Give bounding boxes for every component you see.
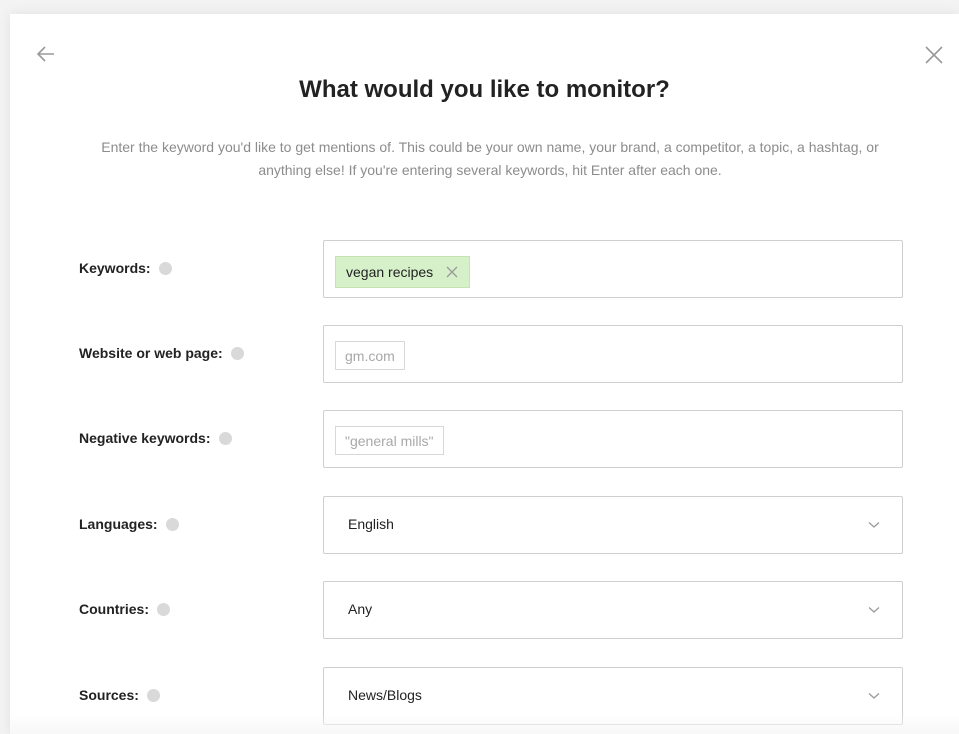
close-icon: [925, 46, 943, 64]
languages-value: English: [348, 516, 394, 532]
website-label-wrap: Website or web page:: [79, 345, 244, 361]
keywords-input[interactable]: vegan recipes: [323, 240, 903, 298]
help-icon[interactable]: [157, 602, 170, 616]
negative-label-wrap: Negative keywords:: [79, 430, 232, 446]
chevron-down-icon: [868, 607, 880, 613]
page-subtitle: Enter the keyword you'd like to get ment…: [101, 139, 879, 178]
chevron-down-icon: [868, 522, 880, 528]
keywords-row: Keywords: vegan recipes: [10, 240, 959, 302]
keywords-label: Keywords:: [79, 260, 151, 276]
page-title: What would you like to monitor?: [299, 76, 670, 103]
bottom-fade: [10, 714, 959, 734]
countries-row: Countries: Any: [10, 581, 959, 643]
negative-keywords-label: Negative keywords:: [79, 430, 211, 446]
website-input[interactable]: gm.com: [323, 325, 903, 383]
help-icon[interactable]: [218, 431, 232, 445]
negative-keywords-placeholder: "general mills": [335, 426, 444, 455]
languages-label-wrap: Languages:: [79, 516, 179, 532]
website-label: Website or web page:: [79, 345, 223, 361]
sources-label: Sources:: [79, 687, 139, 703]
countries-value: Any: [348, 601, 373, 617]
back-button[interactable]: [34, 42, 58, 66]
keywords-label-wrap: Keywords:: [79, 260, 172, 276]
remove-tag-icon[interactable]: [445, 265, 459, 279]
languages-row: Languages: English: [10, 496, 959, 558]
negative-keywords-input[interactable]: "general mills": [323, 410, 903, 468]
sources-value: News/Blogs: [348, 687, 422, 703]
languages-label: Languages:: [79, 516, 158, 532]
website-row: Website or web page: gm.com: [10, 325, 959, 387]
help-icon[interactable]: [146, 688, 160, 702]
monitor-setup-modal: What would you like to monitor? Enter th…: [10, 14, 959, 734]
help-icon[interactable]: [165, 517, 179, 531]
countries-select[interactable]: Any: [323, 581, 903, 639]
negative-keywords-row: Negative keywords: "general mills": [10, 410, 959, 472]
languages-select[interactable]: English: [323, 496, 903, 554]
close-button[interactable]: [921, 42, 947, 68]
sources-label-wrap: Sources:: [79, 687, 160, 703]
countries-label-wrap: Countries:: [79, 601, 170, 617]
keyword-tag-label: vegan recipes: [346, 264, 434, 280]
arrow-left-icon: [36, 46, 54, 62]
chevron-down-icon: [868, 693, 880, 699]
help-icon[interactable]: [158, 261, 172, 275]
help-icon[interactable]: [230, 346, 244, 360]
website-placeholder: gm.com: [335, 341, 405, 370]
countries-label: Countries:: [79, 601, 149, 617]
keyword-tag: vegan recipes: [335, 256, 471, 288]
